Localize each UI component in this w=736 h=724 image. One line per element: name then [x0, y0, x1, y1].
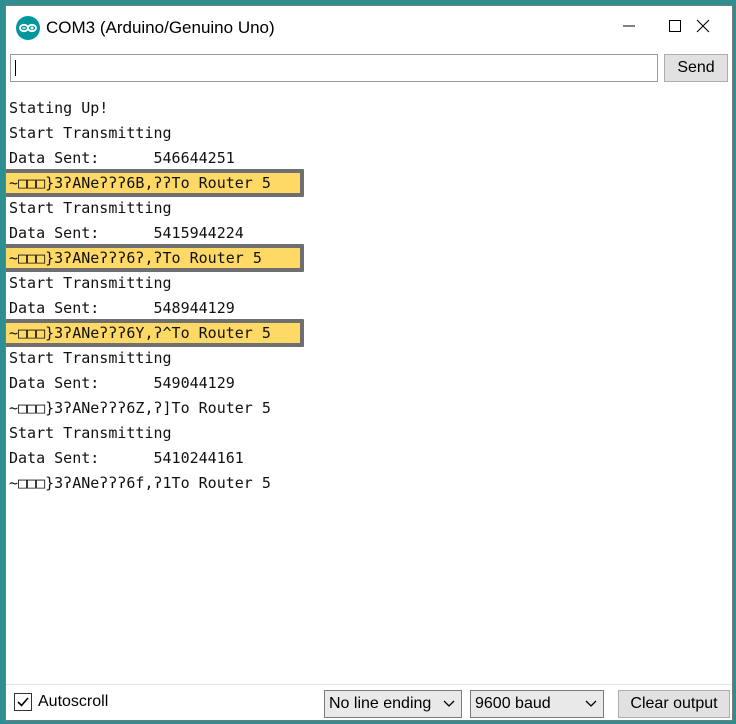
serial-output-area[interactable]: Stating Up! Start Transmitting Data Sent: …	[6, 90, 726, 680]
output-line: Start Transmitting	[9, 274, 172, 292]
output-line: Start Transmitting	[9, 424, 172, 442]
minimize-button[interactable]	[606, 6, 652, 46]
output-line: ~□□□}3ʔANeʔʔʔ6Z,ʔ]To Router 5	[9, 399, 271, 417]
close-button[interactable]	[680, 6, 726, 46]
output-line: Data Sent: 549044129	[9, 374, 235, 392]
minimize-icon	[623, 25, 635, 27]
serial-monitor-window: COM3 (Arduino/Genuino Uno) Send Stating …	[5, 5, 733, 721]
chevron-down-icon	[443, 700, 455, 707]
output-line: Stating Up!	[9, 99, 109, 117]
close-icon	[696, 19, 710, 33]
send-toolbar: Send	[6, 50, 732, 86]
output-line: ~□□□}3ʔANeʔʔʔ6B,ʔʔTo Router 5	[9, 174, 271, 192]
baud-rate-select[interactable]: 9600 baud	[470, 690, 604, 718]
output-line: Data Sent: 5410244161	[9, 449, 244, 467]
window-title: COM3 (Arduino/Genuino Uno)	[46, 18, 275, 37]
output-line: Data Sent: 548944129	[9, 299, 235, 317]
output-line: ~□□□}3ʔANeʔʔʔ6f,ʔ1To Router 5	[9, 474, 271, 492]
output-line: Start Transmitting	[9, 124, 172, 142]
autoscroll-toggle[interactable]: Autoscroll	[14, 693, 108, 711]
output-line: Start Transmitting	[9, 349, 172, 367]
output-line: Data Sent: 5415944224	[9, 224, 244, 242]
output-line: ~□□□}3ʔANeʔʔʔ6ʔ,ʔTo Router 5	[9, 249, 262, 267]
line-ending-value: No line ending	[329, 695, 432, 712]
serial-input-field[interactable]	[10, 54, 658, 82]
baud-rate-value: 9600 baud	[475, 695, 551, 712]
line-ending-select[interactable]: No line ending	[324, 690, 462, 718]
autoscroll-checkbox[interactable]	[14, 693, 32, 711]
chevron-down-icon	[585, 700, 597, 707]
output-line: ~□□□}3ʔANeʔʔʔ6Y,ʔ^To Router 5	[9, 324, 271, 342]
output-line: Start Transmitting	[9, 199, 172, 217]
send-button[interactable]: Send	[664, 54, 728, 82]
checkmark-icon	[17, 697, 29, 707]
title-bar[interactable]: COM3 (Arduino/Genuino Uno)	[6, 6, 732, 46]
arduino-logo-icon	[16, 16, 40, 40]
autoscroll-label: Autoscroll	[38, 693, 109, 710]
output-line: Data Sent: 546644251	[9, 149, 235, 167]
clear-output-button[interactable]: Clear output	[618, 690, 730, 718]
status-footer: Autoscroll No line ending 9600 baud Clea…	[6, 684, 732, 720]
